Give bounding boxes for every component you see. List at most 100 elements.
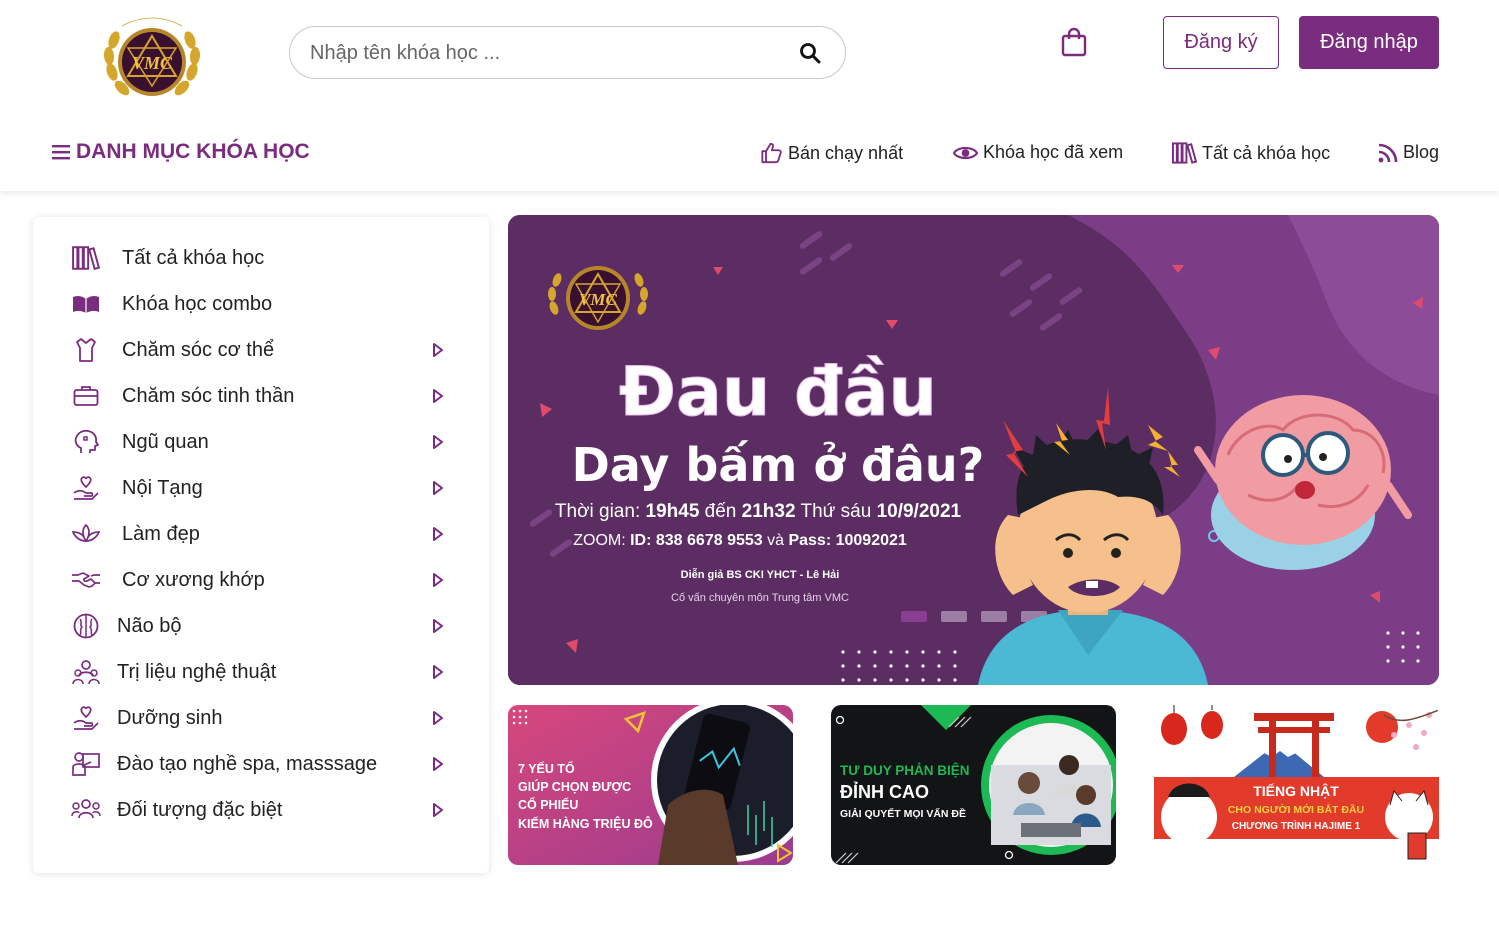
promo-thinking-line2: ĐỈNH CAO xyxy=(840,781,929,802)
sidebar-item-label: Làm đẹp xyxy=(122,522,200,545)
sidebar-item-brain[interactable]: Não bộ xyxy=(33,606,489,646)
nav-all-courses[interactable]: Tất cả khóa học xyxy=(1172,142,1330,164)
teacher-icon xyxy=(71,749,101,779)
promo-stocks-line: 7 YẾU TỐ xyxy=(518,761,575,776)
group-icon xyxy=(71,795,101,825)
course-category-menu[interactable]: DANH MỤC KHÓA HỌC xyxy=(52,140,310,164)
sidebar-item-bones-joints[interactable]: Cơ xương khớp xyxy=(33,560,489,600)
promo-card-stocks[interactable]: 7 YẾU TỐ GIÚP CHỌN ĐƯỢC CỔ PHIẾU KIẾM HÀ… xyxy=(508,705,793,865)
sidebar-item-label: Đối tượng đặc biệt xyxy=(117,798,283,821)
search-input[interactable] xyxy=(310,39,780,67)
nav-label: Blog xyxy=(1403,142,1440,162)
sidebar-item-label: Nội Tạng xyxy=(122,476,203,499)
sidebar-item-all-courses[interactable]: Tất cả khóa học xyxy=(33,238,489,278)
logo-text: VMC xyxy=(132,53,173,73)
sidebar-item-label: Tất cả khóa học xyxy=(122,246,265,269)
promo-japanese-line3: CHƯƠNG TRÌNH HAJIME 1 xyxy=(1232,819,1361,832)
nav-viewed-courses[interactable]: Khóa học đã xem xyxy=(953,142,1123,163)
hamburger-icon xyxy=(52,145,70,160)
register-button[interactable]: Đăng ký xyxy=(1163,16,1279,69)
sidebar-item-label: Ngũ quan xyxy=(122,430,209,453)
caret-right-icon xyxy=(433,389,443,403)
sidebar-item-mental-care[interactable]: Chăm sóc tinh thần xyxy=(33,376,489,416)
site-header: VMC Đăng ký Đăng nhập DANH MỤC KHÓA HỌC … xyxy=(0,0,1499,191)
sidebar-item-label: Dưỡng sinh xyxy=(117,706,223,729)
promo-japanese-line2: CHO NGƯỜI MỚI BẮT ĐẦU xyxy=(1228,803,1364,816)
slide-dot-3[interactable] xyxy=(981,611,1007,622)
caret-right-icon xyxy=(433,573,443,587)
hand-heart-icon xyxy=(71,473,101,503)
caret-right-icon xyxy=(433,711,443,725)
banner-title-line2: Day bấm ở đâu? xyxy=(572,438,985,492)
promo-thinking-line3: GIẢI QUYẾT MỌI VẤN ĐỀ xyxy=(840,807,966,820)
nav-best-sellers[interactable]: Bán chạy nhất xyxy=(760,142,903,164)
books-icon xyxy=(1172,142,1197,164)
hero-banner-slider[interactable]: VMC Đau đầu Day bấm ở đâu? Thời gian: 19… xyxy=(508,215,1439,685)
caret-right-icon xyxy=(433,803,443,817)
caret-right-icon xyxy=(433,343,443,357)
banner-logo-text: VMC xyxy=(579,290,617,309)
promo-card-critical-thinking[interactable]: TƯ DUY PHẢN BIỆN ĐỈNH CAO GIẢI QUYẾT MỌI… xyxy=(831,705,1116,865)
shopping-bag-icon[interactable] xyxy=(1060,27,1088,57)
nav-blog[interactable]: Blog xyxy=(1378,142,1439,163)
sidebar-item-combo[interactable]: Khóa học combo xyxy=(33,284,489,324)
caret-right-icon xyxy=(433,619,443,633)
promo-japanese-artwork: TIẾNG NHẬT CHO NGƯỜI MỚI BẮT ĐẦU CHƯƠNG … xyxy=(1154,705,1439,865)
category-sidebar: Tất cả khóa học Khóa học combo Chăm sóc … xyxy=(33,217,489,873)
shirt-icon xyxy=(71,335,101,365)
lotus-icon xyxy=(71,519,101,549)
sidebar-item-organs[interactable]: Nội Tạng xyxy=(33,468,489,508)
sidebar-item-label: Chăm sóc tinh thần xyxy=(122,384,295,407)
caret-right-icon xyxy=(433,757,443,771)
sidebar-item-senses[interactable]: Ngũ quan xyxy=(33,422,489,462)
handshake-icon xyxy=(71,565,101,595)
sidebar-item-label: Trị liệu nghệ thuật xyxy=(117,660,277,683)
vmc-logo[interactable]: VMC xyxy=(100,12,204,112)
hand-heart-icon xyxy=(71,703,101,733)
sidebar-item-special-groups[interactable]: Đối tượng đặc biệt xyxy=(33,790,489,830)
promo-thinking-artwork: TƯ DUY PHẢN BIỆN ĐỈNH CAO GIẢI QUYẾT MỌI… xyxy=(831,705,1116,865)
eye-icon xyxy=(953,146,978,159)
banner-zoom-info: ZOOM: ID: 838 6678 9553 và Pass: 1009202… xyxy=(573,532,907,549)
sidebar-item-label: Cơ xương khớp xyxy=(122,568,265,591)
banner-artwork: VMC Đau đầu Day bấm ở đâu? Thời gian: 19… xyxy=(508,215,1439,685)
sidebar-item-art-therapy[interactable]: Trị liệu nghệ thuật xyxy=(33,652,489,692)
books-icon xyxy=(71,243,101,273)
promo-stocks-artwork: 7 YẾU TỐ GIÚP CHỌN ĐƯỢC CỔ PHIẾU KIẾM HÀ… xyxy=(508,705,793,865)
sidebar-item-label: Đào tạo nghề spa, masssage xyxy=(117,752,378,775)
briefcase-icon xyxy=(71,381,101,411)
search-icon[interactable] xyxy=(799,42,821,64)
banner-speaker-role: Cố vấn chuyên môn Trung tâm VMC xyxy=(671,592,849,604)
sidebar-item-label: Chăm sóc cơ thể xyxy=(122,338,275,361)
head-icon xyxy=(71,427,101,457)
promo-stocks-line: GIÚP CHỌN ĐƯỢC xyxy=(518,779,631,794)
open-book-icon xyxy=(71,289,101,319)
promo-stocks-line: KIẾM HÀNG TRIỆU ĐÔ xyxy=(518,816,653,831)
sidebar-item-body-care[interactable]: Chăm sóc cơ thể xyxy=(33,330,489,370)
brain-icon xyxy=(71,611,101,641)
banner-speaker: Diễn giả BS CKI YHCT - Lê Hải xyxy=(681,568,840,581)
category-menu-label: DANH MỤC KHÓA HỌC xyxy=(76,140,310,163)
sidebar-item-beauty[interactable]: Làm đẹp xyxy=(33,514,489,554)
caret-right-icon xyxy=(433,481,443,495)
slide-dot-2[interactable] xyxy=(941,611,967,622)
promo-thinking-line1: TƯ DUY PHẢN BIỆN xyxy=(840,763,969,778)
thumbs-up-icon xyxy=(761,142,782,164)
search-box xyxy=(289,26,846,79)
sidebar-item-wellness[interactable]: Dưỡng sinh xyxy=(33,698,489,738)
banner-time-info: Thời gian: 19h45 đến 21h32 Thứ sáu 10/9/… xyxy=(555,501,962,522)
rss-icon xyxy=(1378,143,1398,162)
people-icon xyxy=(71,657,101,687)
sidebar-item-spa-training[interactable]: Đào tạo nghề spa, masssage xyxy=(33,744,489,784)
login-button[interactable]: Đăng nhập xyxy=(1299,16,1439,69)
sidebar-item-label: Não bộ xyxy=(117,614,182,637)
caret-right-icon xyxy=(433,527,443,541)
caret-right-icon xyxy=(433,435,443,449)
nav-label: Khóa học đã xem xyxy=(983,142,1124,162)
sidebar-item-label: Khóa học combo xyxy=(122,292,273,315)
slide-dot-1[interactable] xyxy=(901,611,927,622)
promo-card-japanese[interactable]: TIẾNG NHẬT CHO NGƯỜI MỚI BẮT ĐẦU CHƯƠNG … xyxy=(1154,705,1439,865)
nav-label: Bán chạy nhất xyxy=(788,142,904,163)
nav-label: Tất cả khóa học xyxy=(1202,142,1331,163)
caret-right-icon xyxy=(433,665,443,679)
